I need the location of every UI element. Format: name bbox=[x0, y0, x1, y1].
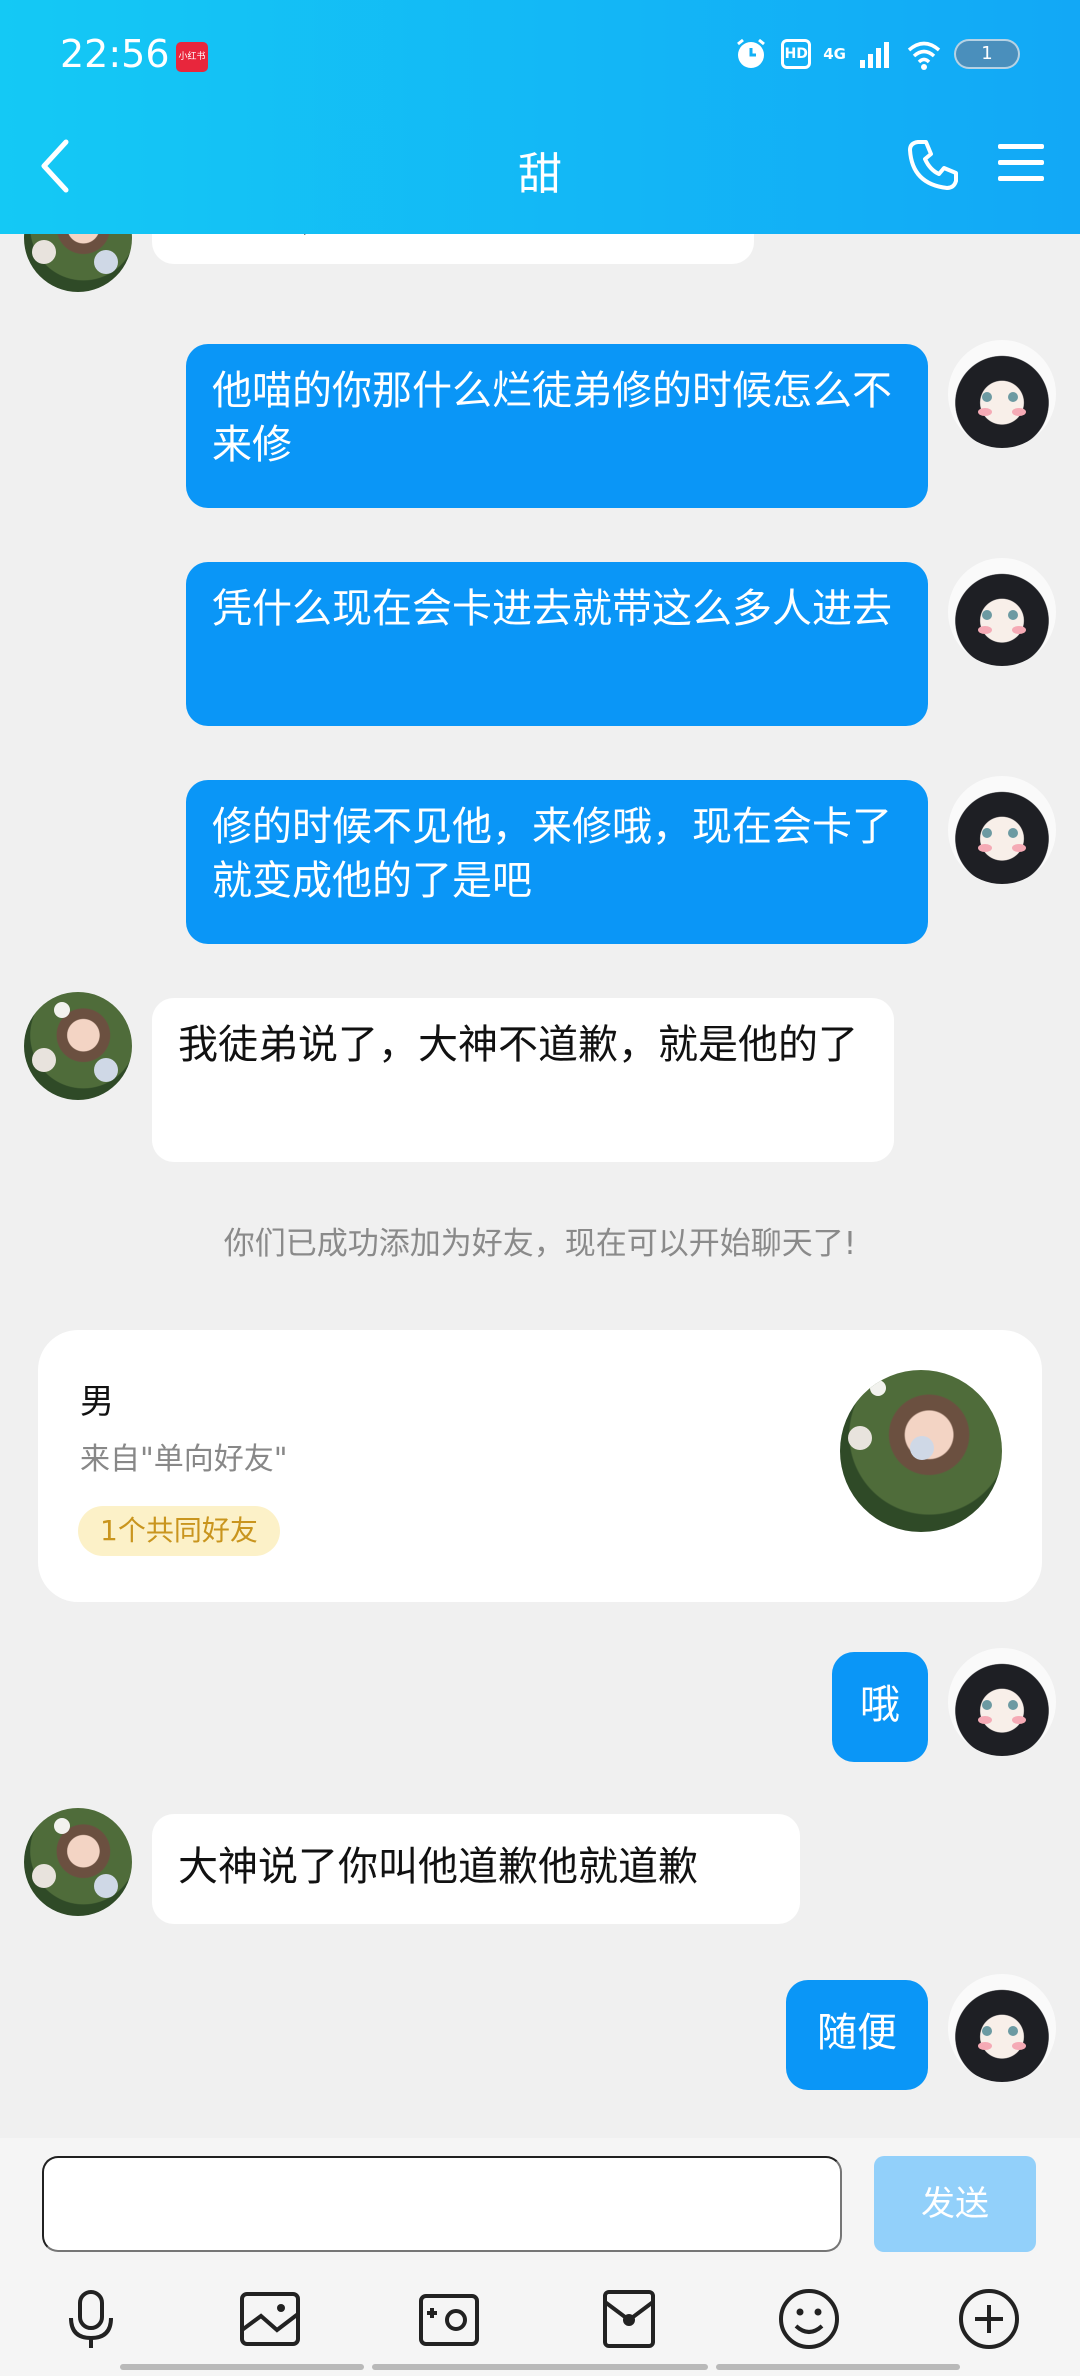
chat-toolbar bbox=[0, 2258, 1080, 2376]
contact-avatar[interactable] bbox=[24, 992, 132, 1100]
friend-profile-avatar[interactable] bbox=[840, 1370, 1002, 1532]
phone-call-icon[interactable] bbox=[904, 136, 962, 194]
signal-icon bbox=[860, 42, 889, 68]
outgoing-message-bubble[interactable]: 凭什么现在会卡进去就带这么多人进去 bbox=[186, 562, 928, 726]
message-input[interactable] bbox=[42, 2156, 842, 2252]
contact-avatar[interactable] bbox=[24, 1808, 132, 1916]
chat-message-list[interactable]: 加好友，我要发这个给您看 他喵的你那什么烂徒弟修的时候怎么不来修 凭什么现在会卡… bbox=[0, 234, 1080, 2138]
battery-indicator: 1 bbox=[954, 39, 1020, 69]
system-notice: 你们已成功添加为好友，现在可以开始聊天了! bbox=[223, 1226, 857, 1262]
status-icons: HD 4G 1 bbox=[733, 36, 1020, 72]
home-indicator bbox=[372, 2364, 708, 2370]
camera-icon[interactable] bbox=[416, 2286, 482, 2352]
my-avatar[interactable] bbox=[948, 1974, 1056, 2082]
my-avatar[interactable] bbox=[948, 776, 1056, 884]
red-packet-icon[interactable] bbox=[596, 2286, 662, 2352]
network-label: 4G bbox=[823, 45, 846, 63]
plus-icon[interactable] bbox=[956, 2286, 1022, 2352]
send-button[interactable]: 发送 bbox=[874, 2156, 1036, 2252]
microphone-icon[interactable] bbox=[58, 2286, 124, 2352]
friend-source: 来自"单向好友" bbox=[80, 1442, 288, 1477]
home-indicator bbox=[716, 2364, 960, 2370]
outgoing-message-bubble[interactable]: 随便 bbox=[786, 1980, 928, 2090]
mutual-friends-badge[interactable]: 1个共同好友 bbox=[78, 1506, 280, 1556]
incoming-message-bubble[interactable]: 大神说了你叫他道歉他就道歉 bbox=[152, 1814, 800, 1924]
app-notification-icon: 小红书 bbox=[176, 42, 208, 72]
outgoing-message-bubble[interactable]: 修的时候不见他，来修哦，现在会卡了就变成他的了是吧 bbox=[186, 780, 928, 944]
status-bar: 22:56 小红书 HD 4G 1 bbox=[60, 30, 1020, 86]
friend-info-card[interactable]: 男 来自"单向好友" 1个共同好友 bbox=[38, 1330, 1042, 1602]
message-input-bar: 发送 bbox=[0, 2138, 1080, 2258]
my-avatar[interactable] bbox=[948, 340, 1056, 448]
contact-avatar[interactable] bbox=[24, 234, 132, 292]
my-avatar[interactable] bbox=[948, 1648, 1056, 1756]
incoming-message-bubble[interactable]: 加好友，我要发这个给您看 bbox=[152, 234, 754, 264]
hd-icon: HD bbox=[781, 39, 812, 69]
status-time: 22:56 bbox=[60, 32, 170, 76]
my-avatar[interactable] bbox=[948, 558, 1056, 666]
alarm-icon bbox=[737, 38, 766, 68]
menu-icon[interactable] bbox=[996, 140, 1046, 186]
wifi-icon bbox=[907, 41, 941, 70]
home-indicator bbox=[120, 2364, 364, 2370]
outgoing-message-bubble[interactable]: 哦 bbox=[832, 1652, 928, 1762]
incoming-message-bubble[interactable]: 我徒弟说了，大神不道歉，就是他的了 bbox=[152, 998, 894, 1162]
emoji-icon[interactable] bbox=[776, 2286, 842, 2352]
top-header: 22:56 小红书 HD 4G 1 甜 bbox=[0, 0, 1080, 234]
chat-nav-bar: 甜 bbox=[0, 126, 1080, 206]
outgoing-message-bubble[interactable]: 他喵的你那什么烂徒弟修的时候怎么不来修 bbox=[186, 344, 928, 508]
friend-gender: 男 bbox=[80, 1382, 114, 1422]
image-icon[interactable] bbox=[237, 2286, 303, 2352]
